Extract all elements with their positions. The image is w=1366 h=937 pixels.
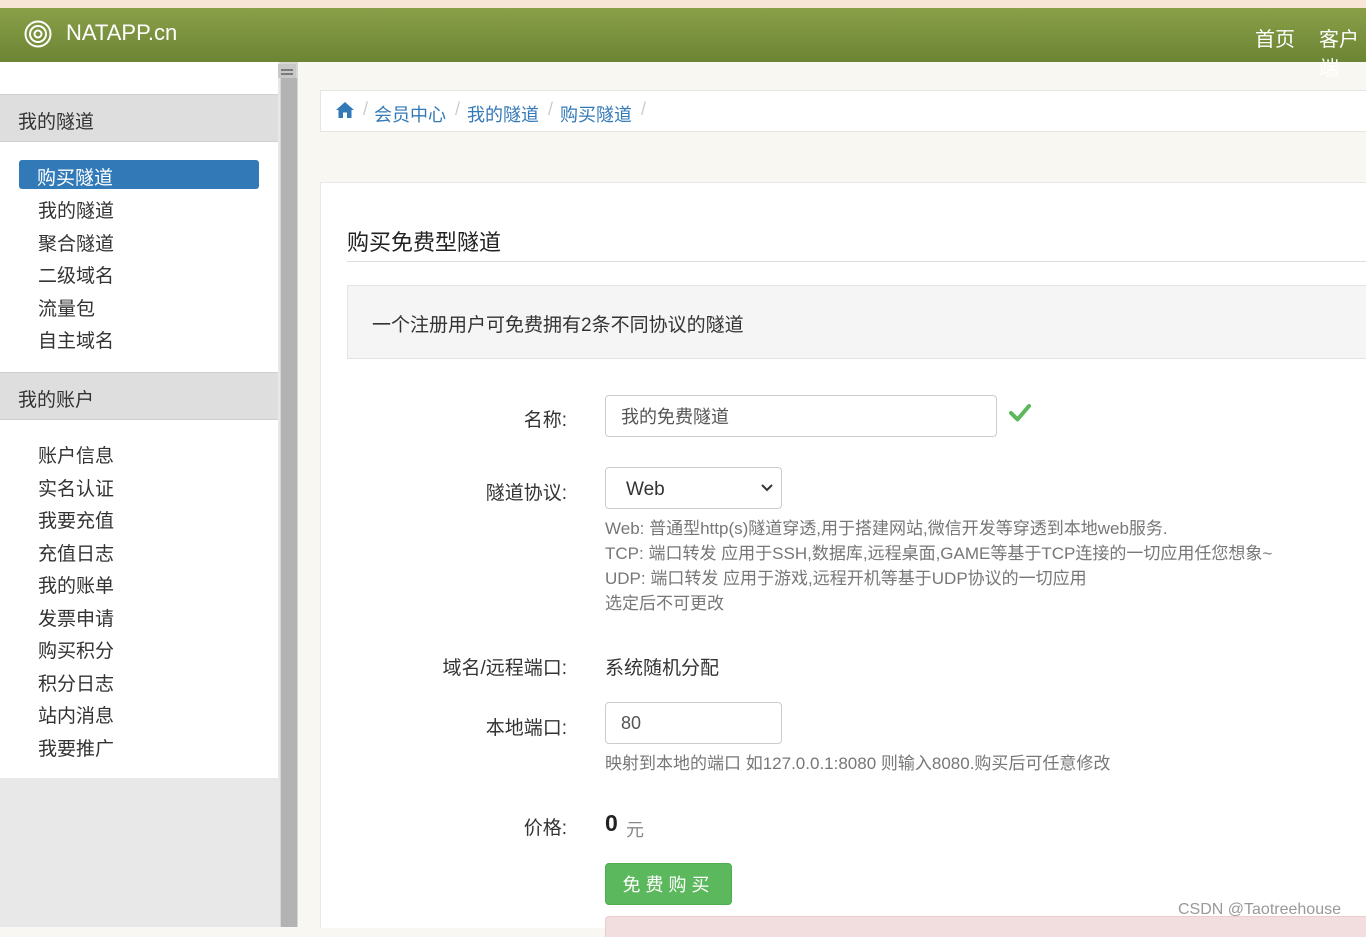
sidebar-item-real-name[interactable]: 实名认证 — [38, 474, 114, 501]
protocol-help-udp: UDP: 端口转发 应用于游戏,远程开机等基于UDP协议的一切应用 — [605, 569, 1087, 588]
sidebar-item-my-bills[interactable]: 我的账单 — [38, 571, 114, 598]
notice-text: 一个注册用户可免费拥有2条不同协议的隧道 — [372, 315, 744, 336]
breadcrumb-separator: / — [363, 99, 369, 119]
scrollbar-thumb[interactable] — [281, 78, 297, 927]
breadcrumb-separator: / — [641, 99, 647, 119]
scroll-up-icon[interactable] — [278, 64, 296, 78]
brand-name[interactable]: NATAPP.cn — [66, 20, 177, 46]
page-title: 购买免费型隧道 — [347, 230, 502, 255]
sidebar-item-buy-tunnel[interactable]: 购买隧道 — [19, 160, 259, 189]
sidebar-item-traffic-pack[interactable]: 流量包 — [38, 294, 95, 321]
price-unit: 元 — [626, 820, 644, 840]
content-panel: 购买免费型隧道 一个注册用户可免费拥有2条不同协议的隧道 名称: 隧道协议: W… — [320, 182, 1366, 937]
sidebar-item-points-log[interactable]: 积分日志 — [38, 669, 114, 696]
domain-label: 域名/远程端口: — [442, 658, 567, 679]
breadcrumb-separator: / — [455, 99, 461, 119]
main-area: / 会员中心 / 我的隧道 / 购买隧道 / 购买免费型隧道 一个注册用户可免费… — [300, 62, 1366, 937]
tunnel-name-input[interactable] — [605, 395, 997, 437]
sidebar-item-own-domain[interactable]: 自主域名 — [38, 326, 114, 353]
sidebar-item-my-tunnels[interactable]: 我的隧道 — [38, 196, 114, 223]
watermark: CSDN @Taotreehouse — [1178, 901, 1341, 918]
breadcrumb-separator: / — [548, 99, 554, 119]
sidebar-item-invoice[interactable]: 发票申请 — [38, 604, 114, 631]
sidebar-item-aggregate-tunnels[interactable]: 聚合隧道 — [38, 229, 114, 256]
free-buy-button[interactable]: 免费购买 — [605, 863, 732, 905]
sidebar-scrollbar[interactable] — [280, 62, 298, 927]
protocol-help-web: Web: 普通型http(s)隧道穿透,用于搭建网站,微信开发等穿透到本地web… — [605, 519, 1168, 538]
protocol-help-tcp: TCP: 端口转发 应用于SSH,数据库,远程桌面,GAME等基于TCP连接的一… — [605, 544, 1273, 563]
sidebar-section-title: 我的隧道 — [18, 112, 95, 133]
sidebar-item-recharge[interactable]: 我要充值 — [38, 506, 114, 533]
check-icon — [1009, 404, 1031, 422]
breadcrumb: / 会员中心 / 我的隧道 / 购买隧道 / — [320, 90, 1366, 132]
nav-link-home[interactable]: 首页 — [1255, 23, 1295, 52]
sidebar-item-label: 购买隧道 — [37, 168, 114, 189]
spiral-logo-icon[interactable] — [24, 20, 52, 48]
protocol-selected-value: Web — [626, 479, 665, 500]
browser-top-stripe — [0, 0, 1366, 8]
breadcrumb-my-tunnels[interactable]: 我的隧道 — [467, 101, 539, 127]
sidebar-item-account-info[interactable]: 账户信息 — [38, 441, 114, 468]
sidebar-section-title: 我的账户 — [18, 390, 95, 411]
price-label: 价格: — [523, 818, 567, 839]
local-port-label: 本地端口: — [485, 718, 567, 739]
local-port-help: 映射到本地的端口 如127.0.0.1:8080 则输入8080.购买后可任意修… — [605, 754, 1111, 773]
name-label: 名称: — [523, 410, 567, 431]
sidebar-item-buy-points[interactable]: 购买积分 — [38, 636, 114, 663]
sidebar-item-recharge-log[interactable]: 充值日志 — [38, 539, 114, 566]
sidebar-item-messages[interactable]: 站内消息 — [38, 701, 114, 728]
price-value: 0 — [605, 810, 618, 836]
domain-value: 系统随机分配 — [605, 658, 720, 679]
title-divider — [347, 261, 1366, 262]
protocol-help-note: 选定后不可更改 — [605, 594, 724, 613]
top-navbar: NATAPP.cn 首页 客户端 — [0, 8, 1366, 80]
protocol-select[interactable]: Web — [605, 467, 782, 509]
sidebar-item-subdomain[interactable]: 二级域名 — [38, 261, 114, 288]
chevron-down-icon — [761, 484, 773, 492]
local-port-input[interactable] — [605, 702, 782, 744]
sidebar-section-account[interactable]: 我的账户 — [0, 372, 278, 420]
home-icon[interactable] — [335, 101, 355, 119]
info-notice: 一个注册用户可免费拥有2条不同协议的隧道 — [347, 285, 1366, 359]
breadcrumb-member-center[interactable]: 会员中心 — [374, 101, 446, 127]
sidebar-item-promote[interactable]: 我要推广 — [38, 734, 114, 761]
protocol-label: 隧道协议: — [485, 483, 567, 504]
sidebar-section-tunnels[interactable]: 我的隧道 — [0, 94, 278, 142]
breadcrumb-buy-tunnel[interactable]: 购买隧道 — [560, 101, 632, 127]
